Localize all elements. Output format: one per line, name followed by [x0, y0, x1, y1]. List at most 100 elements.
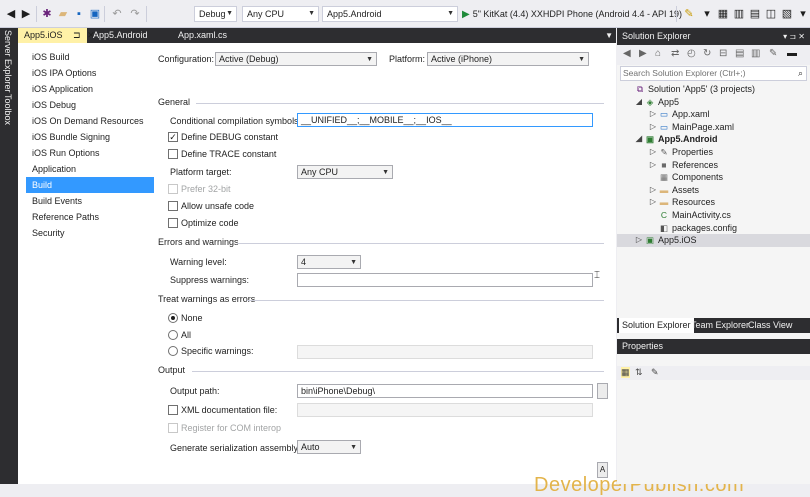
preview-icon[interactable]: ▬ — [787, 48, 797, 59]
collapsed-arrow-icon[interactable]: ▷ — [649, 121, 657, 134]
tree-item[interactable]: ▷ ▭ App.xaml — [617, 108, 810, 121]
register-com-checkbox[interactable] — [168, 423, 178, 433]
collapsed-arrow-icon[interactable]: ▷ — [649, 159, 657, 172]
nav-item[interactable]: iOS IPA Options — [26, 65, 154, 81]
treat-none-radio[interactable] — [168, 313, 178, 323]
browse-output-path-button[interactable] — [597, 383, 608, 399]
solution-explorer-search-input[interactable]: Search Solution Explorer (Ctrl+;) ⌕ — [620, 66, 807, 81]
optimize-checkbox[interactable] — [168, 218, 178, 228]
pending-changes-icon[interactable]: ◴ — [687, 48, 696, 59]
nav-item[interactable]: Security — [26, 225, 154, 241]
expanded-arrow-icon[interactable]: ◢ — [635, 133, 643, 146]
panel-window-controls[interactable]: ▾ ⊐ ✕ — [783, 28, 805, 45]
tab-overflow-icon[interactable]: ▼ — [605, 28, 613, 43]
warning-level-select[interactable]: 4 ▼ — [297, 255, 361, 269]
alphabetical-icon[interactable]: ⇅ — [635, 367, 643, 378]
tab-team-explorer[interactable]: Team Explorer — [688, 318, 752, 333]
tree-item[interactable]: C MainActivity.cs — [617, 209, 810, 222]
new-project-icon[interactable]: ✱ — [40, 7, 54, 21]
forward-icon[interactable]: ▶ — [19, 7, 33, 21]
startup-project-combo[interactable]: App5.Android ▼ — [322, 6, 458, 22]
prefer32-checkbox[interactable] — [168, 184, 178, 194]
expanded-arrow-icon[interactable]: ◢ — [635, 96, 643, 109]
show-all-files-icon[interactable]: ▤ — [735, 48, 744, 59]
tree-item[interactable]: ▷ ✎ Properties — [617, 146, 810, 159]
nav-item[interactable]: iOS Debug — [26, 97, 154, 113]
serialization-select[interactable]: Auto ▼ — [297, 440, 361, 454]
nav-item[interactable]: iOS Run Options — [26, 145, 154, 161]
redo-icon[interactable]: ↷ — [128, 7, 142, 21]
tree-item[interactable]: ▷ ▬ Resources — [617, 196, 810, 209]
nav-item[interactable]: iOS On Demand Resources — [26, 113, 154, 129]
tree-item[interactable]: ⧉ Solution 'App5' (3 projects) — [617, 83, 810, 96]
refresh-icon[interactable]: ↻ — [703, 48, 711, 59]
tab-app5-ios[interactable]: App5.iOS ⊐ ✕ — [18, 28, 95, 43]
toolbar-overflow-icon[interactable]: ▾ — [700, 7, 714, 21]
platform-target-select[interactable]: Any CPU ▼ — [297, 165, 393, 179]
more-icon[interactable]: ▾ — [796, 7, 810, 21]
output-path-input[interactable]: bin\iPhone\Debug\ — [297, 384, 593, 398]
save-icon[interactable]: ▪ — [72, 7, 86, 21]
run-button[interactable]: ▶ 5" KitKat (4.4) XXHDPI Phone (Android 4… — [462, 6, 682, 22]
define-trace-checkbox[interactable] — [168, 149, 178, 159]
property-pages-icon[interactable]: ✎ — [651, 367, 659, 378]
forward-icon[interactable]: ▶ — [639, 48, 647, 59]
server-explorer-tab[interactable]: Server Explorer — [3, 30, 13, 93]
device-manager-icon[interactable]: ▥ — [732, 7, 746, 21]
android-sdk-icon[interactable]: ▦ — [716, 7, 730, 21]
collapsed-arrow-icon[interactable]: ▷ — [649, 146, 657, 159]
platform-combo[interactable]: Any CPU ▼ — [242, 6, 319, 22]
collapsed-arrow-icon[interactable]: ▷ — [649, 196, 657, 209]
back-icon[interactable]: ◀ — [4, 7, 18, 21]
define-debug-checkbox[interactable]: ✓ — [168, 132, 178, 142]
device-log-icon[interactable]: ◫ — [764, 7, 778, 21]
nav-item[interactable]: Application — [26, 161, 154, 177]
tree-item[interactable]: ▷ ■ References — [617, 159, 810, 172]
treat-specific-radio[interactable] — [168, 346, 178, 356]
undo-icon[interactable]: ↶ — [110, 7, 124, 21]
configuration-select[interactable]: Active (Debug) ▼ — [215, 52, 377, 66]
tree-item[interactable]: ◧ packages.config — [617, 222, 810, 235]
home-icon[interactable]: ⌂ — [655, 48, 661, 59]
nav-item[interactable]: Build — [26, 177, 154, 193]
tree-item[interactable]: ▷ ▬ Assets — [617, 184, 810, 197]
view-files-icon[interactable]: ▥ — [751, 48, 760, 59]
tree-item[interactable]: ▦ Components — [617, 171, 810, 184]
nav-item[interactable]: iOS Build — [26, 49, 154, 65]
nav-item[interactable]: iOS Bundle Signing — [26, 129, 154, 145]
nav-item[interactable]: Build Events — [26, 193, 154, 209]
console-icon[interactable]: ▧ — [780, 7, 794, 21]
platform-select[interactable]: Active (iPhone) ▼ — [427, 52, 589, 66]
open-icon[interactable]: ▰ — [56, 7, 70, 21]
allow-unsafe-checkbox[interactable] — [168, 201, 178, 211]
tab-app-xaml-cs[interactable]: App.xaml.cs — [172, 28, 233, 43]
conditional-symbols-input[interactable]: __UNIFIED__;__MOBILE__;__IOS__ — [297, 113, 593, 127]
tree-item[interactable]: ◢ ▣ App5.Android — [617, 133, 810, 146]
toolbox-tab[interactable]: Toolbox — [3, 94, 13, 125]
specific-warnings-input[interactable] — [297, 345, 593, 359]
nav-item[interactable]: iOS Application — [26, 81, 154, 97]
nav-item[interactable]: Reference Paths — [26, 209, 154, 225]
back-icon[interactable]: ◀ — [623, 48, 631, 59]
attach-icon[interactable]: ✎ — [682, 7, 696, 21]
categorized-icon[interactable]: ▦ — [621, 367, 630, 378]
collapsed-arrow-icon[interactable]: ▷ — [649, 108, 657, 121]
tree-item[interactable]: ▷ ▭ MainPage.xaml — [617, 121, 810, 134]
pin-icon[interactable]: ⊐ — [73, 30, 81, 40]
tree-item[interactable]: ▷ ▣ App5.iOS — [617, 234, 810, 247]
suppress-warnings-input[interactable] — [297, 273, 593, 287]
tab-app5-android[interactable]: App5.Android — [87, 28, 154, 43]
xml-doc-checkbox[interactable] — [168, 405, 178, 415]
properties-wrench-icon[interactable]: ✎ — [769, 48, 777, 59]
collapse-all-icon[interactable]: ⊟ — [719, 48, 727, 59]
configuration-combo[interactable]: Debug ▼ — [194, 6, 237, 22]
collapsed-arrow-icon[interactable]: ▷ — [649, 184, 657, 197]
save-all-icon[interactable]: ▣ — [88, 7, 102, 21]
collapsed-arrow-icon[interactable]: ▷ — [635, 234, 643, 247]
screenshot-icon[interactable]: ▤ — [748, 7, 762, 21]
tab-class-view[interactable]: Class View — [745, 318, 795, 333]
sync-icon[interactable]: ⇄ — [671, 48, 679, 59]
tab-solution-explorer[interactable]: Solution Explorer — [619, 318, 694, 333]
xml-doc-input[interactable] — [297, 403, 593, 417]
treat-all-radio[interactable] — [168, 330, 178, 340]
